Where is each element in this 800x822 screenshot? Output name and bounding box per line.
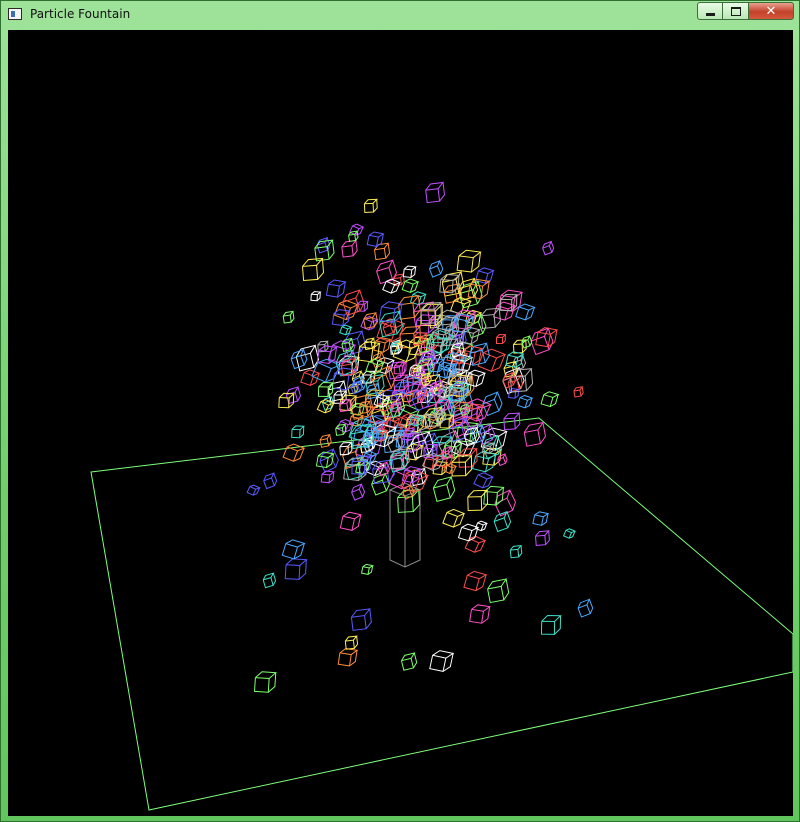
- floor-grid-outline: [90, 417, 793, 811]
- particle-cube: [483, 485, 505, 506]
- particle-cube: [535, 327, 559, 348]
- particle-cube: [429, 259, 444, 278]
- particle-cube: [263, 472, 278, 490]
- particle-cube: [315, 451, 335, 469]
- particle-cube: [457, 523, 480, 542]
- particle-cube: [282, 443, 306, 462]
- particle-cube: [523, 421, 547, 447]
- app-icon[interactable]: [8, 8, 22, 20]
- title-bar[interactable]: Particle Fountain ✕: [1, 1, 799, 30]
- maximize-icon: [730, 6, 741, 16]
- particle-cube: [282, 310, 295, 324]
- app-window: Particle Fountain ✕: [0, 0, 800, 822]
- particle-cube: [540, 391, 560, 408]
- particle-cube: [360, 563, 374, 575]
- close-button[interactable]: ✕: [749, 2, 794, 20]
- particle-cube: [397, 489, 421, 513]
- particle-cube: [320, 470, 336, 484]
- minimize-button[interactable]: [697, 2, 723, 20]
- particle-cube: [253, 671, 278, 693]
- particle-cube: [319, 448, 339, 473]
- particle-cube: [482, 391, 503, 417]
- particle-cube: [516, 394, 534, 409]
- window-controls: ✕: [697, 2, 794, 21]
- particle-cube: [532, 511, 550, 526]
- particle-cube: [360, 315, 379, 331]
- particle-cube: [425, 181, 446, 204]
- particle-cube: [262, 572, 277, 589]
- particle-cube: [432, 476, 456, 502]
- render-viewport[interactable]: [8, 30, 793, 816]
- particle-cube: [246, 484, 261, 496]
- particle-cube: [401, 652, 418, 671]
- particle-scene: [90, 181, 793, 811]
- particle-cube: [366, 231, 385, 248]
- particle-cube: [577, 598, 594, 618]
- particle-cube: [480, 427, 508, 451]
- particle-cube: [442, 508, 466, 528]
- particle-cube: [535, 530, 550, 546]
- maximize-button[interactable]: [723, 2, 749, 20]
- particle-cube: [456, 249, 482, 273]
- window-title: Particle Fountain: [30, 7, 131, 21]
- particle-cube: [496, 334, 507, 344]
- particle-cube: [542, 240, 555, 256]
- particle-cube: [540, 614, 562, 635]
- particle-cube: [341, 239, 358, 258]
- fountain-emitter: [388, 482, 422, 568]
- particle-cube: [513, 339, 527, 354]
- particle-cube: [509, 544, 523, 559]
- particle-cube: [463, 570, 488, 592]
- particle-cube: [311, 358, 342, 383]
- particle-cube: [402, 265, 417, 279]
- particle-cube: [497, 453, 508, 467]
- particle-cube: [339, 511, 363, 531]
- particle-cube: [372, 365, 396, 395]
- particle-cube: [515, 303, 536, 321]
- particle-cube: [469, 604, 491, 624]
- particle-cube: [363, 198, 378, 213]
- particle-cube: [562, 528, 577, 539]
- particle-cube: [401, 278, 420, 294]
- close-icon: ✕: [765, 3, 777, 19]
- particle-cube: [319, 433, 332, 448]
- particle-cube: [487, 578, 510, 604]
- particle-cube: [325, 279, 347, 298]
- particle-cube: [281, 539, 306, 560]
- particle-cube: [344, 635, 359, 650]
- particle-cube: [284, 558, 308, 580]
- particle-cube: [291, 425, 305, 439]
- particle-cube: [573, 386, 584, 398]
- particle-cube: [337, 648, 359, 667]
- minimize-icon: [705, 12, 715, 16]
- particle-cube: [458, 448, 478, 468]
- particle-cube: [351, 483, 366, 501]
- particle-cube: [429, 650, 455, 672]
- particle-cube: [530, 327, 554, 356]
- particle-cube: [310, 291, 322, 302]
- particle-cube: [350, 608, 372, 631]
- particle-cubes: [246, 181, 594, 693]
- particle-cube: [302, 257, 325, 282]
- particle-cube: [467, 489, 489, 511]
- particle-cube: [314, 239, 335, 262]
